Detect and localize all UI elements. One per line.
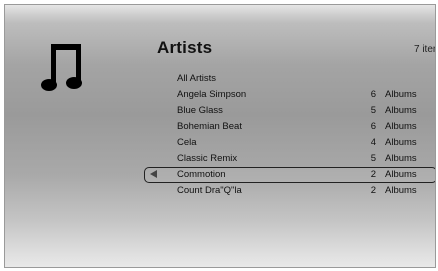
list-item[interactable]: Classic Remix 5 Albums [5,151,435,167]
artist-name: Angela Simpson [177,89,247,100]
media-browser-screen: Artists 7 items All Artists Angela Simps… [4,4,436,268]
artist-name: Bohemian Beat [177,121,242,132]
album-count: 2 [370,169,376,180]
left-arrow-icon [150,170,157,178]
item-count: 7 items [414,44,435,55]
list-item[interactable]: Bohemian Beat 6 Albums [5,119,435,135]
album-count: 2 [370,185,376,196]
list-item-label: All Artists [177,73,217,84]
album-unit: Albums [385,153,417,164]
album-count: 5 [370,153,376,164]
artist-name: Cela [177,137,197,148]
artist-name: Count Dra"Q"la [177,185,242,196]
album-count: 6 [370,89,376,100]
artist-name: Blue Glass [177,105,223,116]
album-unit: Albums [385,121,417,132]
album-unit: Albums [385,185,417,196]
list-item[interactable]: Count Dra"Q"la 2 Albums [5,183,435,199]
artist-name: Classic Remix [177,153,238,164]
album-unit: Albums [385,105,417,116]
album-unit: Albums [385,137,417,148]
album-count: 6 [370,121,376,132]
artist-name: Commotion [177,169,226,180]
album-count: 4 [370,137,376,148]
album-unit: Albums [385,89,417,100]
album-unit: Albums [385,169,417,180]
list-item-selected[interactable]: Commotion 2 Albums [5,167,435,183]
list-item[interactable]: Angela Simpson 6 Albums [5,87,435,103]
list-item[interactable]: Blue Glass 5 Albums [5,103,435,119]
list-item-all-artists[interactable]: All Artists [5,71,435,87]
page-title: Artists [157,38,213,57]
album-count: 5 [370,105,376,116]
list-item[interactable]: Cela 4 Albums [5,135,435,151]
